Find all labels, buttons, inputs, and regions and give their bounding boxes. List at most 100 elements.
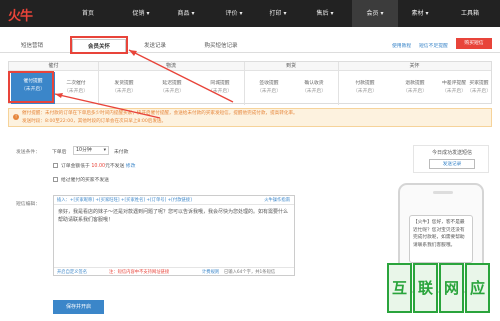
unpaid-text: 未付款 xyxy=(114,150,129,155)
skip-urged-label: 给过催付的买家不发送 xyxy=(61,178,109,183)
minutes-select[interactable]: 10分钟 ▾ xyxy=(73,146,109,155)
sms-editor[interactable]: 插入：+[买家昵称] +[买家旺旺] +[买家姓名] +[订单号] +[付款链接… xyxy=(53,195,295,276)
step-paid-notice[interactable]: 付款提醒 （未开启） xyxy=(341,72,389,104)
billing-rule-link[interactable]: 计费规则 xyxy=(202,268,219,277)
nav-print[interactable]: 打印 ▾ xyxy=(256,0,300,27)
tab-send-records[interactable]: 发送记录 xyxy=(133,39,177,53)
content-label: 短信编辑： xyxy=(16,202,40,207)
step-status: （未开启） xyxy=(112,89,136,94)
step-status: （未开启） xyxy=(64,89,88,94)
step-title: 买家提醒 xyxy=(469,81,489,86)
watermark-logo: 互 联 网 应 xyxy=(387,263,497,319)
warning-icon: ! xyxy=(13,114,19,120)
step-status: （未开启） xyxy=(302,89,326,94)
banner-line-1: 催付提醒：未付款的订单在下单后多少时间内提醒买家，快开启催付提醒，会送给未付款的… xyxy=(22,111,298,116)
highlight-box xyxy=(70,36,128,54)
step-bad-review-notice[interactable]: 中差评提醒 （未开启） xyxy=(441,72,467,104)
min-amount-checkbox[interactable] xyxy=(53,163,58,168)
send-condition-label: 发送条件： xyxy=(16,150,40,155)
info-banner: ! 催付提醒：未付款的订单在下单后多少时间内提醒买家，快开启催付提醒，会送给未付… xyxy=(8,108,492,127)
step-buyer-notice[interactable]: 买家提醒 （未开启） xyxy=(467,72,491,104)
min-amount-label: 订单金额低于 xyxy=(61,164,90,169)
send-records-button[interactable]: 发送记录 xyxy=(429,159,475,169)
step-title: 付款提醒 xyxy=(355,81,375,86)
top-navigation: 火牛 首页 促销 ▾ 商品 ▾ 评价 ▾ 打印 ▾ 售后 ▾ 会员 ▾ 素材 ▾… xyxy=(0,0,500,27)
buy-sms-button[interactable]: 购买短信 xyxy=(456,38,492,49)
custom-signature-link[interactable]: 开启自定义签名 xyxy=(57,268,87,277)
nav-promotion[interactable]: 促销 ▾ xyxy=(117,0,165,27)
chevron-down-icon: ▾ xyxy=(103,148,106,153)
sms-shortage-link[interactable]: 短信不足提醒 xyxy=(419,42,448,49)
sms-content[interactable]: 亲好，我是看店的妹子～还是对款遇到问题了呢？您可以告诉我哦，我会尽快为您处理的。… xyxy=(58,208,290,224)
group-urge-payment: 催付 xyxy=(9,62,98,71)
nav-print-label: 打印 xyxy=(269,10,282,17)
step-title: 中差评提醒 xyxy=(442,81,466,86)
step-delay-notice[interactable]: 延迟提醒 （未开启） xyxy=(149,72,195,104)
nav-reviews-label: 评价 xyxy=(225,10,238,17)
watermark-char: 网 xyxy=(439,263,464,313)
insert-variables-bar: 插入：+[买家昵称] +[买家旺旺] +[买家姓名] +[订单号] +[付款链接… xyxy=(54,196,294,205)
skip-urged-checkbox[interactable] xyxy=(53,177,58,182)
insert-variables[interactable]: 插入：+[买家昵称] +[买家旺旺] +[买家姓名] +[订单号] +[付款链接… xyxy=(57,198,192,203)
phone-speaker xyxy=(433,191,453,194)
watermark-char: 互 xyxy=(387,263,412,313)
save-and-enable-button[interactable]: 保存并开启 xyxy=(53,300,104,314)
min-amount-value: 10.00 xyxy=(91,164,106,169)
nav-members[interactable]: 会员 ▾ xyxy=(352,0,398,27)
tab-sms-marketing[interactable]: 短信营销 xyxy=(10,39,54,53)
step-status: （未开启） xyxy=(467,89,491,94)
step-title: 二次催付 xyxy=(66,81,86,86)
step-status: （未开启） xyxy=(208,89,232,94)
nav-aftersales-label: 售后 xyxy=(316,10,329,17)
min-amount-note: 元不发送 xyxy=(105,164,125,169)
help-link[interactable]: 使用教程 xyxy=(392,42,411,49)
step-title: 延迟提醒 xyxy=(162,81,182,86)
step-status: （未开启） xyxy=(442,89,466,94)
nav-toolbox[interactable]: 工具箱 xyxy=(448,0,492,27)
guide-link[interactable]: 火牛操作指南 xyxy=(264,196,290,205)
editor-footer: 开启自定义签名 注：短信内容中不支持网址链接 计费规则 已输入64个字，共1条短… xyxy=(54,267,294,276)
step-shipping-notice[interactable]: 发货提醒 （未开启） xyxy=(101,72,147,104)
step-title: 发货提醒 xyxy=(114,81,134,86)
nav-promotion-label: 促销 xyxy=(132,10,145,17)
step-status: （未开启） xyxy=(160,89,184,94)
step-status: （未开启） xyxy=(353,89,377,94)
step-title: 确认收货 xyxy=(304,81,324,86)
step-same-city-notice[interactable]: 同城提醒 （未开启） xyxy=(197,72,243,104)
step-status: （未开启） xyxy=(403,89,427,94)
modify-link[interactable]: 修改 xyxy=(126,164,136,169)
today-sent-panel: 今日成功发送短信 发送记录 xyxy=(413,145,489,173)
today-sent-title: 今日成功发送短信 xyxy=(431,150,472,156)
nav-home[interactable]: 首页 xyxy=(70,0,106,27)
nav-goods[interactable]: 商品 ▾ xyxy=(168,0,204,27)
tab-purchase-records[interactable]: 购买短信记录 xyxy=(192,39,250,53)
step-title: 签收提醒 xyxy=(259,81,279,86)
group-logistics: 物流 xyxy=(98,62,244,71)
step-confirm-receipt[interactable]: 确认收货 （未开启） xyxy=(292,72,336,104)
step-signed-notice[interactable]: 签收提醒 （未开启） xyxy=(247,72,291,104)
step-refund-notice[interactable]: 退款提醒 （未开启） xyxy=(391,72,439,104)
group-divider xyxy=(244,62,245,105)
watermark-char: 应 xyxy=(465,263,490,313)
group-divider xyxy=(338,62,339,105)
brand-logo[interactable]: 火牛 xyxy=(8,5,33,24)
after-order-text: 下单后 xyxy=(52,150,67,155)
nav-materials[interactable]: 素材 ▾ xyxy=(400,0,440,27)
nav-members-label: 会员 xyxy=(366,10,379,17)
watermark-char: 联 xyxy=(413,263,438,313)
step-title: 同城提醒 xyxy=(210,81,230,86)
highlight-box xyxy=(8,71,54,103)
nav-goods-label: 商品 xyxy=(177,10,190,17)
nav-reviews[interactable]: 评价 ▾ xyxy=(214,0,254,27)
step-second-reminder[interactable]: 二次催付 （未开启） xyxy=(55,72,97,104)
group-care: 关怀 xyxy=(338,62,491,71)
char-count: 已输入64个字，共1条短信 xyxy=(224,270,276,275)
url-note: 注：短信内容中不支持网址链接 xyxy=(109,270,170,275)
nav-aftersales[interactable]: 售后 ▾ xyxy=(305,0,345,27)
step-status: （未开启） xyxy=(257,89,281,94)
minutes-value: 10分钟 xyxy=(76,148,92,153)
group-arrival: 到货 xyxy=(244,62,338,71)
min-amount-row: 订单金额低于 10.00元不发送 修改 xyxy=(61,162,135,169)
preview-message: 【火牛】您好，客不是最近忙呢？您对宝贝还没有完成付款呢，如需要帮助请联系我们客服… xyxy=(409,215,473,263)
banner-line-2: 发送时段：8:00至22:00，其他时段的订单会在次日早上8:00后发送。 xyxy=(22,119,167,124)
